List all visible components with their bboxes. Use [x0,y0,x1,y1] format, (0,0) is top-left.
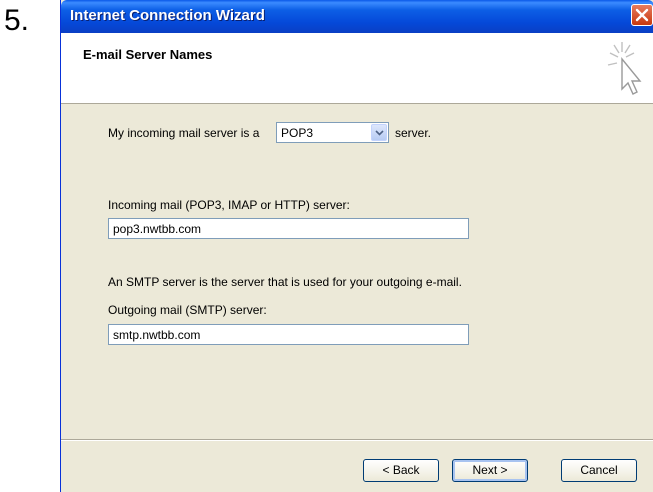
close-icon [635,8,649,22]
button-separator [61,439,653,441]
server-type-select[interactable]: POP3 [276,122,389,143]
wizard-content: My incoming mail server is a POP3 server… [61,104,653,439]
incoming-server-label: Incoming mail (POP3, IMAP or HTTP) serve… [108,198,350,212]
cancel-button[interactable]: Cancel [561,459,637,482]
wizard-window: Internet Connection Wizard E-mail Server… [60,0,653,492]
chevron-down-icon [375,130,384,136]
title-bar[interactable]: Internet Connection Wizard [61,0,653,33]
incoming-prefix-label: My incoming mail server is a [108,126,260,140]
page-title: E-mail Server Names [83,47,213,62]
server-type-value: POP3 [281,126,314,140]
incoming-server-input[interactable]: pop3.nwtbb.com [108,218,469,239]
outgoing-server-label: Outgoing mail (SMTP) server: [108,303,267,317]
next-button[interactable]: Next > [452,459,528,482]
incoming-suffix-label: server. [395,126,432,140]
outgoing-server-input[interactable]: smtp.nwtbb.com [108,324,469,345]
wizard-cursor-icon [607,42,642,95]
window-title: Internet Connection Wizard [70,7,265,24]
dropdown-button[interactable] [371,124,387,141]
step-number: 5. [4,4,30,37]
wizard-header: E-mail Server Names [61,33,653,104]
back-button[interactable]: < Back [363,459,439,482]
close-button[interactable] [631,4,653,26]
smtp-info-text: An SMTP server is the server that is use… [108,275,462,289]
